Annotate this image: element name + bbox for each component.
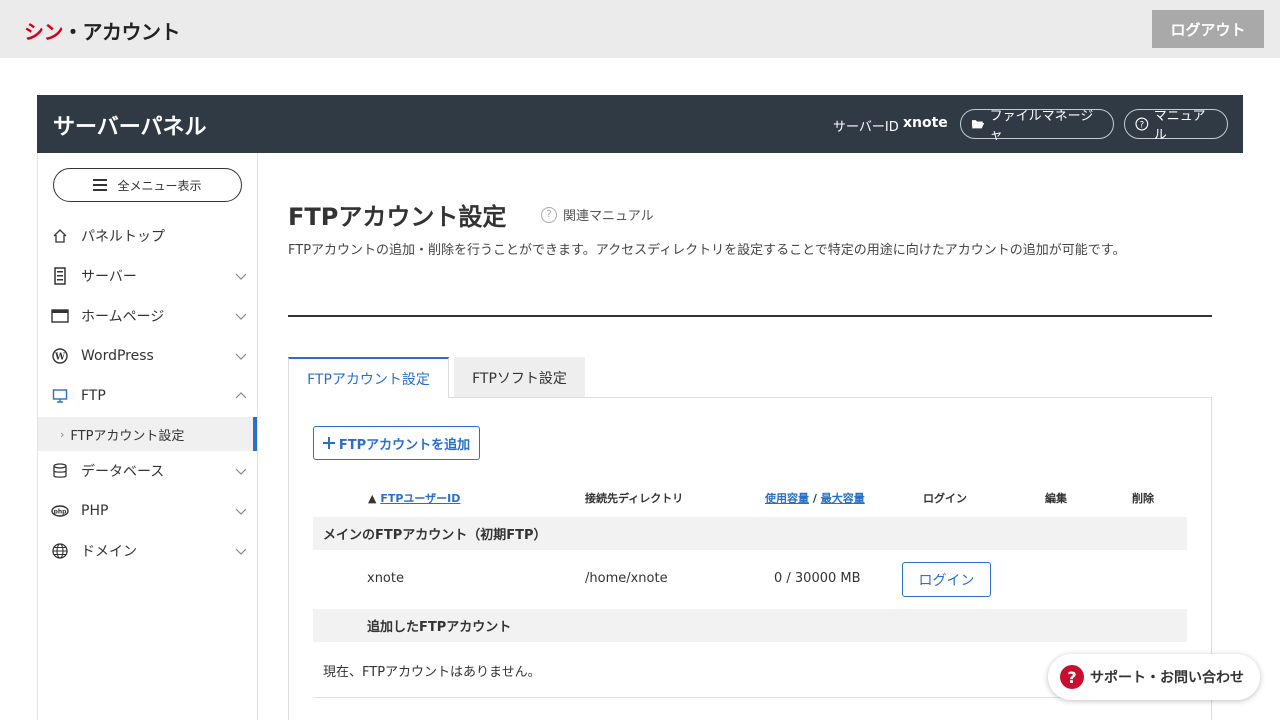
- sidebar-item-label: データベース: [81, 464, 165, 480]
- sidebar-item-database[interactable]: データベース: [38, 451, 257, 491]
- sidebar: 全メニュー表示 パネルトップ サーバー ホームページ W WordPress F…: [37, 153, 258, 720]
- main-ftp-directory: /home/xnote: [585, 571, 668, 586]
- chevron-down-icon: [235, 273, 247, 280]
- sidebar-item-server[interactable]: サーバー: [38, 256, 257, 296]
- chevron-down-icon: [235, 548, 247, 555]
- wordpress-icon: W: [51, 347, 69, 365]
- home-icon: [51, 227, 69, 245]
- page-description: FTPアカウントの追加・削除を行うことができます。アクセスディレクトリを設定する…: [288, 243, 1126, 258]
- section-main-ftp: メインのFTPアカウント（初期FTP）: [313, 517, 1187, 550]
- sort-max-link[interactable]: 最大容量: [821, 492, 865, 505]
- sort-asc-icon: ▲: [368, 492, 377, 505]
- logo-text-dark: ・アカウント: [63, 20, 181, 44]
- sidebar-item-homepage[interactable]: ホームページ: [38, 296, 257, 336]
- server-icon: [51, 267, 69, 285]
- column-header-user[interactable]: ▲ FTPユーザーID: [368, 490, 460, 506]
- sort-user-link[interactable]: FTPユーザーID: [380, 492, 460, 505]
- sort-used-link[interactable]: 使用容量: [765, 492, 809, 505]
- panel-title: サーバーパネル: [53, 115, 207, 140]
- column-header-delete: 削除: [1132, 492, 1154, 505]
- divider: [288, 315, 1212, 317]
- column-header-login: ログイン: [923, 492, 967, 505]
- column-header-directory: 接続先ディレクトリ: [585, 492, 684, 505]
- chevron-down-icon: [235, 353, 247, 360]
- sidebar-item-label: FTP: [81, 388, 106, 404]
- tab-ftp-account[interactable]: FTPアカウント設定: [288, 357, 449, 398]
- table-bottom-border: [313, 697, 1187, 698]
- sidebar-item-label: サーバー: [81, 269, 137, 285]
- folder-open-icon: [971, 120, 985, 129]
- svg-text:W: W: [54, 353, 66, 363]
- add-ftp-account-label: FTPアカウントを追加: [338, 437, 471, 453]
- php-icon: php: [51, 502, 69, 520]
- tab-ftp-software[interactable]: FTPソフト設定: [454, 357, 585, 398]
- sidebar-item-label: PHP: [81, 503, 109, 519]
- globe-icon: [51, 542, 69, 560]
- main-ftp-user: xnote: [367, 571, 404, 586]
- column-header-edit: 編集: [1045, 492, 1067, 505]
- help-icon: ?: [541, 206, 557, 223]
- chevron-down-icon: [235, 508, 247, 515]
- related-manual-link[interactable]: ? 関連マニュアル: [541, 205, 654, 224]
- manual-button[interactable]: ? マニュアル: [1124, 109, 1228, 143]
- sidebar-subitem-ftp-account[interactable]: › FTPアカウント設定: [38, 417, 257, 451]
- question-icon: ?: [1060, 665, 1084, 689]
- brand-logo[interactable]: シン・アカウント: [24, 16, 181, 45]
- all-menu-label: 全メニュー表示: [117, 178, 202, 193]
- tab-panel-border: [449, 397, 1212, 398]
- sidebar-item-label: パネルトップ: [81, 229, 165, 245]
- sidebar-item-domain[interactable]: ドメイン: [38, 531, 257, 571]
- chevron-down-icon: [235, 468, 247, 475]
- logo-text-red: シン: [24, 20, 64, 44]
- sidebar-item-label: ホームページ: [81, 309, 165, 325]
- main-ftp-usage: 0 / 30000 MB: [774, 571, 861, 586]
- chevron-up-icon: [235, 392, 247, 399]
- panel-header: サーバーパネル サーバーID xnote ファイルマネージャ ? マニュアル: [37, 95, 1243, 153]
- all-menu-button[interactable]: 全メニュー表示: [53, 168, 242, 202]
- server-id-label: サーバーID: [833, 120, 899, 135]
- sidebar-item-label: WordPress: [81, 348, 154, 364]
- column-header-capacity: 使用容量 / 最大容量: [765, 490, 865, 506]
- ftp-login-button[interactable]: ログイン: [902, 562, 991, 597]
- file-manager-button[interactable]: ファイルマネージャ: [960, 109, 1114, 143]
- chevron-down-icon: [235, 313, 247, 320]
- support-label: サポート・お問い合わせ: [1090, 670, 1244, 686]
- manual-label: マニュアル: [1153, 109, 1206, 143]
- related-manual-label: 関連マニュアル: [563, 209, 654, 224]
- sidebar-subitem-label: FTPアカウント設定: [70, 428, 185, 444]
- server-id-value: xnote: [903, 115, 948, 131]
- sidebar-item-panel-top[interactable]: パネルトップ: [38, 216, 257, 256]
- database-icon: [51, 462, 69, 480]
- sidebar-item-wordpress[interactable]: W WordPress: [38, 336, 257, 376]
- section-added-ftp: 追加したFTPアカウント: [313, 609, 1187, 642]
- capacity-separator: /: [812, 492, 817, 505]
- plus-icon: [322, 437, 335, 449]
- top-bar: シン・アカウント ログアウト: [0, 0, 1280, 58]
- empty-message: 現在、FTPアカウントはありません。: [323, 665, 541, 680]
- browser-icon: [51, 307, 69, 325]
- help-icon: ?: [1135, 117, 1149, 131]
- monitor-icon: [51, 387, 69, 405]
- svg-text:?: ?: [1140, 120, 1145, 130]
- support-contact-button[interactable]: ? サポート・お問い合わせ: [1048, 654, 1260, 700]
- sidebar-item-label: ドメイン: [81, 544, 137, 560]
- add-ftp-account-button[interactable]: FTPアカウントを追加: [313, 426, 480, 460]
- main-content: FTPアカウント設定 ? 関連マニュアル FTPアカウントの追加・削除を行うこと…: [258, 153, 1243, 720]
- file-manager-label: ファイルマネージャ: [989, 109, 1094, 143]
- chevron-right-icon: ›: [60, 427, 65, 441]
- sidebar-item-php[interactable]: php PHP: [38, 491, 257, 531]
- page-title: FTPアカウント設定: [288, 203, 507, 231]
- logout-button[interactable]: ログアウト: [1152, 10, 1264, 48]
- sidebar-item-ftp[interactable]: FTP: [38, 376, 257, 416]
- hamburger-icon: [93, 179, 108, 191]
- svg-text:php: php: [54, 509, 68, 516]
